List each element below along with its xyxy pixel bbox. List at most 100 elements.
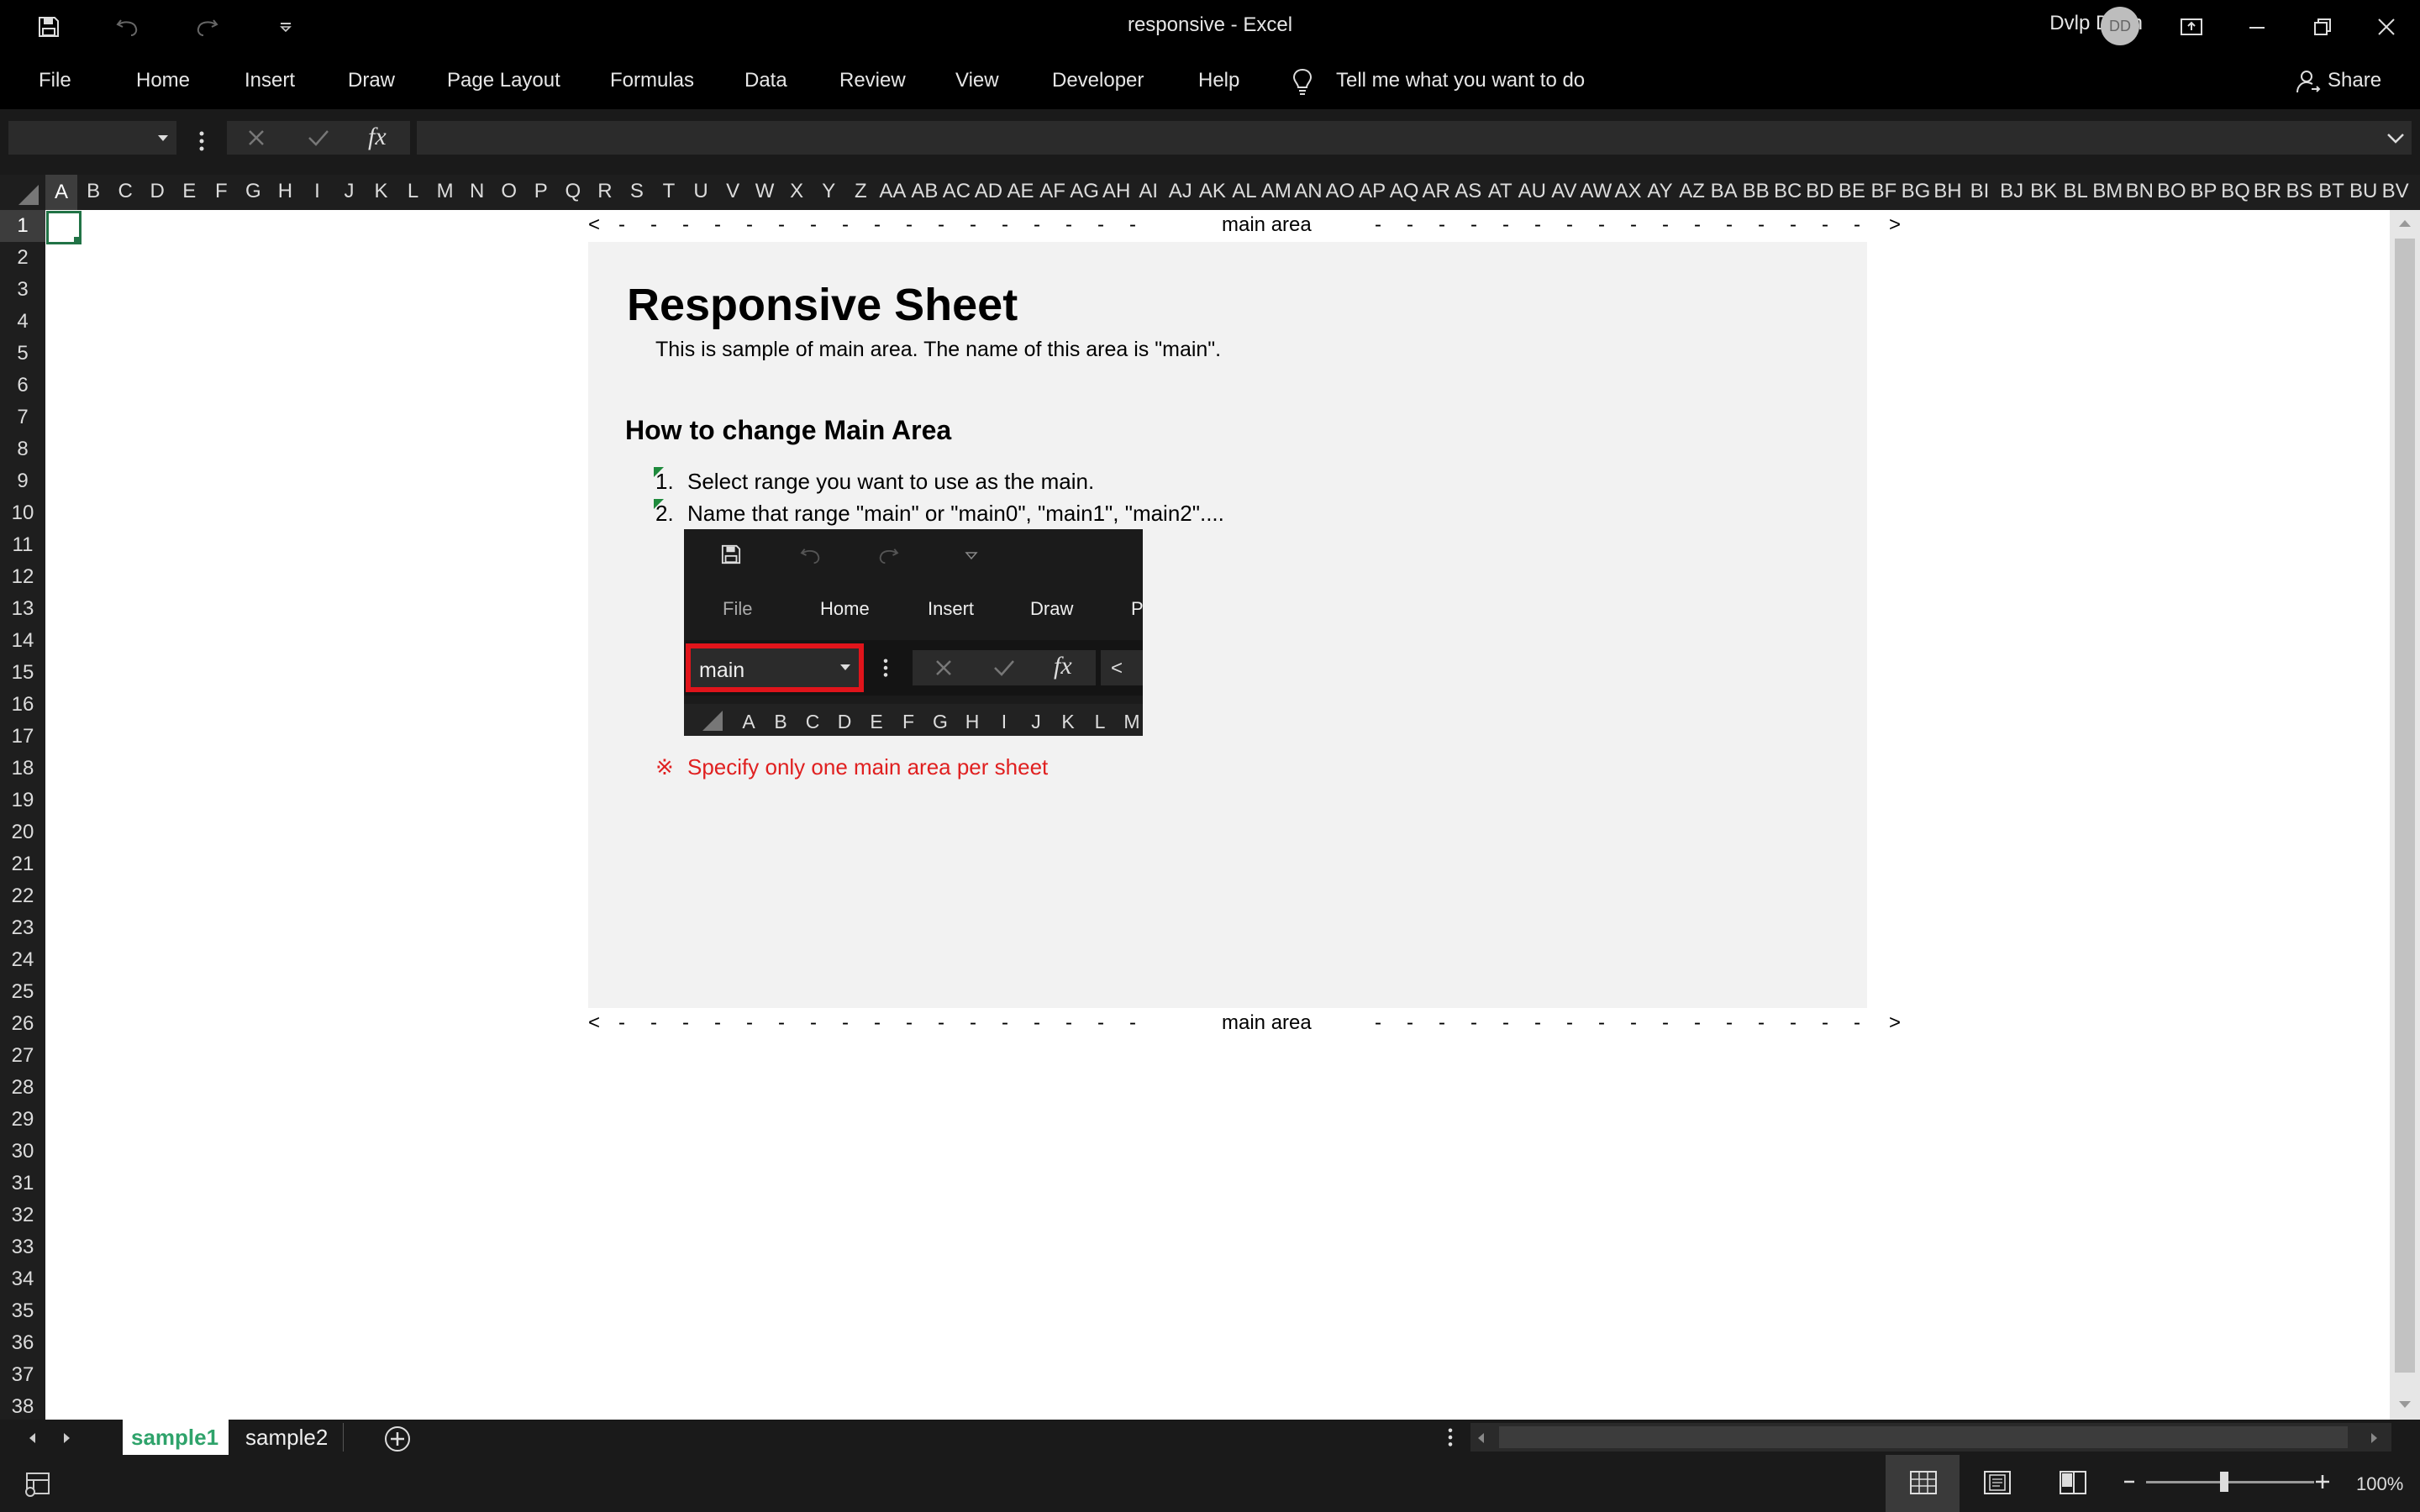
tab-file[interactable]: File	[39, 69, 71, 92]
row-header[interactable]: 6	[0, 370, 45, 402]
column-header[interactable]: N	[461, 180, 493, 203]
column-header[interactable]: H	[269, 180, 301, 203]
row-header[interactable]: 23	[0, 912, 45, 944]
tab-help[interactable]: Help	[1198, 69, 1239, 92]
column-header[interactable]: AJ	[1165, 180, 1197, 203]
column-header[interactable]: AY	[1644, 180, 1676, 203]
row-header[interactable]: 4	[0, 306, 45, 338]
column-header[interactable]: AI	[1133, 180, 1165, 203]
sheet-tab-sample2[interactable]: sample2	[245, 1425, 328, 1451]
column-header[interactable]: BI	[1964, 180, 1996, 203]
cancel-icon[interactable]	[247, 129, 266, 147]
column-header[interactable]: BS	[2284, 180, 2316, 203]
row-header[interactable]: 16	[0, 689, 45, 721]
column-header[interactable]: AK	[1197, 180, 1228, 203]
ribbon-display-options-icon[interactable]	[2176, 12, 2207, 42]
zoom-slider-thumb[interactable]	[2220, 1472, 2228, 1492]
sheet-tab-active[interactable]: sample1	[123, 1420, 229, 1455]
zoom-out-icon[interactable]	[2123, 1475, 2136, 1488]
row-header[interactable]: 36	[0, 1327, 45, 1359]
tab-home[interactable]: Home	[136, 69, 190, 92]
column-header[interactable]: D	[141, 180, 173, 203]
row-header[interactable]: 30	[0, 1136, 45, 1168]
row-header[interactable]: 32	[0, 1200, 45, 1231]
column-header[interactable]: X	[781, 180, 813, 203]
tell-me-search[interactable]: Tell me what you want to do	[1336, 69, 1585, 92]
row-header[interactable]: 8	[0, 433, 45, 465]
column-header[interactable]: AL	[1228, 180, 1260, 203]
page-layout-view-icon[interactable]	[1983, 1470, 2012, 1495]
worksheet[interactable]: < - - - - - - - - - - - - - - - - - main area - - - - - - - - - -…	[45, 210, 2390, 1420]
column-header[interactable]: B	[77, 180, 109, 203]
row-header[interactable]: 19	[0, 785, 45, 816]
column-header[interactable]: K	[366, 180, 397, 203]
zoom-in-icon[interactable]	[2314, 1473, 2331, 1490]
tab-insert[interactable]: Insert	[245, 69, 295, 92]
minimize-icon[interactable]	[2242, 12, 2272, 42]
scroll-down-icon[interactable]	[2398, 1399, 2412, 1410]
column-header[interactable]: O	[493, 180, 525, 203]
column-header[interactable]: AV	[1548, 180, 1580, 203]
column-header[interactable]: AM	[1260, 180, 1292, 203]
column-header[interactable]: P	[525, 180, 557, 203]
row-header[interactable]: 12	[0, 561, 45, 593]
row-header[interactable]: 22	[0, 880, 45, 912]
row-header[interactable]: 18	[0, 753, 45, 785]
select-all-corner[interactable]	[15, 183, 40, 207]
column-header[interactable]: AT	[1484, 180, 1516, 203]
more-options-icon[interactable]	[1447, 1428, 1454, 1448]
column-header[interactable]: BT	[2316, 180, 2348, 203]
row-header[interactable]: 13	[0, 593, 45, 625]
row-header[interactable]: 10	[0, 497, 45, 529]
column-header[interactable]: AR	[1420, 180, 1452, 203]
chevron-down-icon[interactable]	[156, 134, 170, 143]
zoom-slider[interactable]	[2146, 1481, 2314, 1483]
row-header[interactable]: 37	[0, 1359, 45, 1391]
row-header[interactable]: 1	[0, 210, 45, 242]
row-header[interactable]: 29	[0, 1104, 45, 1136]
restore-icon[interactable]	[2307, 12, 2338, 42]
row-header[interactable]: 2	[0, 242, 45, 274]
tab-page-layout[interactable]: Page Layout	[447, 69, 560, 92]
column-header[interactable]: AD	[972, 180, 1004, 203]
zoom-level[interactable]: 100%	[2356, 1473, 2403, 1495]
horizontal-scrollbar[interactable]	[1470, 1423, 2391, 1452]
column-header[interactable]: BV	[2380, 180, 2412, 203]
column-header[interactable]: Y	[813, 180, 844, 203]
column-header[interactable]: S	[621, 180, 653, 203]
row-header[interactable]: 5	[0, 338, 45, 370]
prev-sheet-icon[interactable]	[27, 1431, 37, 1445]
row-header[interactable]: 28	[0, 1072, 45, 1104]
column-header[interactable]: J	[333, 180, 365, 203]
close-icon[interactable]	[2371, 12, 2402, 42]
column-header[interactable]: BC	[1772, 180, 1804, 203]
row-header[interactable]: 31	[0, 1168, 45, 1200]
column-header[interactable]: BB	[1740, 180, 1772, 203]
column-header[interactable]: AQ	[1388, 180, 1420, 203]
column-header[interactable]: E	[173, 180, 205, 203]
column-header[interactable]: AZ	[1676, 180, 1708, 203]
column-header[interactable]: BP	[2187, 180, 2219, 203]
column-header[interactable]: AN	[1292, 180, 1324, 203]
tab-review[interactable]: Review	[839, 69, 906, 92]
enter-icon[interactable]	[308, 129, 329, 147]
column-header[interactable]: BQ	[2219, 180, 2251, 203]
expand-formula-bar-icon[interactable]	[2386, 133, 2405, 144]
normal-view-button[interactable]	[1886, 1455, 1960, 1512]
tab-developer[interactable]: Developer	[1052, 69, 1144, 92]
column-header[interactable]: BR	[2251, 180, 2283, 203]
column-header[interactable]: I	[301, 180, 333, 203]
column-header[interactable]: AC	[940, 180, 972, 203]
column-header[interactable]: T	[653, 180, 685, 203]
row-header[interactable]: 7	[0, 402, 45, 433]
row-header[interactable]: 17	[0, 721, 45, 753]
row-header[interactable]: 3	[0, 274, 45, 306]
share-icon[interactable]	[2296, 69, 2321, 94]
more-options-icon[interactable]	[198, 131, 205, 153]
row-header[interactable]: 35	[0, 1295, 45, 1327]
tab-formulas[interactable]: Formulas	[610, 69, 694, 92]
column-header[interactable]: BJ	[1996, 180, 2028, 203]
avatar[interactable]: DD	[2101, 7, 2139, 45]
row-header[interactable]: 33	[0, 1231, 45, 1263]
column-header[interactable]: C	[109, 180, 141, 203]
